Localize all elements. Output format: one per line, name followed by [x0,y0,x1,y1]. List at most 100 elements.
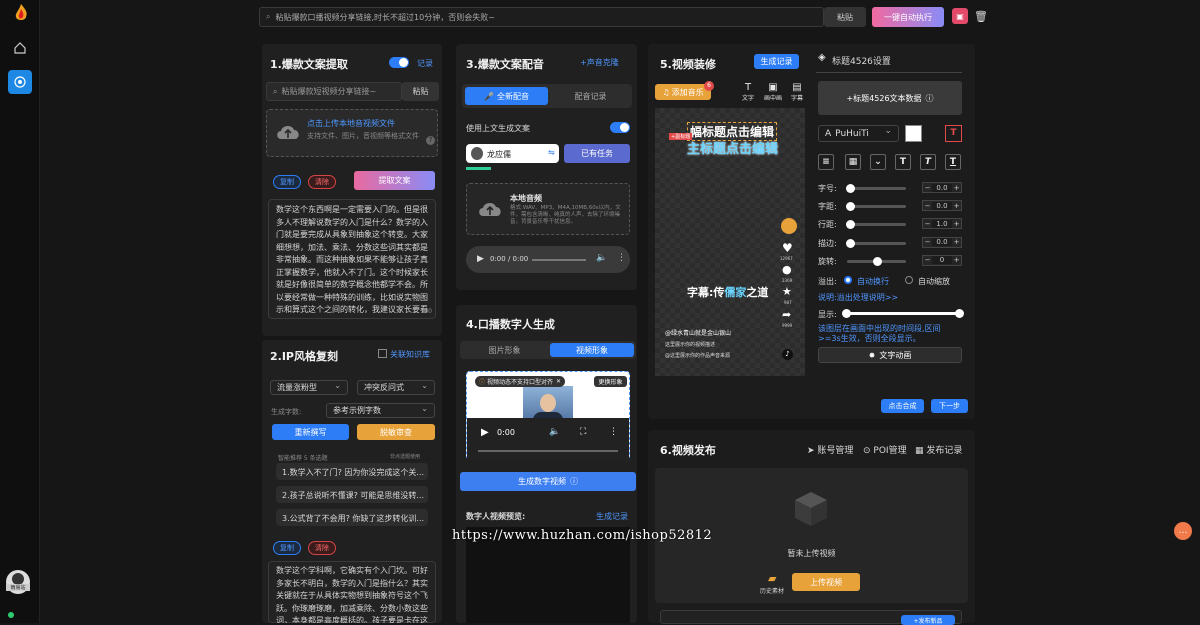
history-label[interactable]: 历史素材 [760,586,784,595]
top-paste-button[interactable]: 粘贴 [824,7,866,27]
topic-item[interactable]: 1.数学入不了门? 因为你没完成这个关... [276,463,428,480]
publish-new-button[interactable]: +发布新品 [901,615,955,625]
text-color-icon[interactable]: T [945,125,962,142]
video-canvas[interactable]: 幅标题点击编辑 +副标题 主标题点击编辑 ♥ 12967 ● 2369 ★ 98… [655,108,805,376]
folder-icon[interactable]: ▰ [768,572,776,585]
minus-icon[interactable]: − [923,256,932,264]
rewrite-button[interactable]: 重新撰写 [272,424,349,440]
gen-record-button[interactable]: 生成记录 [754,54,799,69]
generate-digital-button[interactable]: 生成数字视频 ⓘ [460,472,636,491]
word-count-select[interactable]: 参考示例字数 [326,403,435,418]
setting-stepper[interactable]: −0.0 + [922,182,962,193]
pip-tool[interactable]: ▣ 画中画 [764,82,782,102]
overflow-help-link[interactable]: 说明:溢出处理说明>> [818,292,898,303]
record-label[interactable]: 记录 [417,58,433,69]
synthesize-button[interactable]: 点击合成 [881,399,924,413]
slider-knob[interactable] [845,220,855,230]
main-title-text[interactable]: 主标题点击编辑 [687,138,778,157]
italic-icon[interactable]: T [920,154,936,170]
fullscreen-icon[interactable]: ⛶ [580,427,586,437]
review-button[interactable]: 脱敏审查 [357,424,435,440]
chat-icon[interactable]: … [1174,522,1192,540]
volume-icon[interactable]: 🔈 [549,427,560,437]
clear-tag[interactable]: 清除 [308,175,336,189]
more-icon[interactable]: ⋮ [617,253,626,263]
minus-icon[interactable]: − [923,184,932,192]
setting-value[interactable]: 0 [932,256,952,265]
star-icon[interactable]: ★ [782,285,792,298]
link-paste-button[interactable]: 粘贴 [402,82,439,101]
video-seek[interactable] [478,450,618,452]
setting-value[interactable]: 1.0 [932,219,952,228]
topic-item[interactable]: 3.公式背了不会用? 你缺了这步转化训... [276,509,428,526]
setting-stepper[interactable]: −0 + [922,254,962,266]
help-icon[interactable]: ? [426,136,435,145]
extract-button[interactable]: 提取文案 [354,171,435,190]
workspace-icon[interactable] [8,70,32,94]
setting-value[interactable]: 0.0 [932,238,952,247]
upload-area[interactable]: 点击上传本地音视频文件 支持文件、图片，音视频等格式文件 ? [266,109,438,157]
minus-icon[interactable]: − [923,220,932,228]
setting-slider[interactable] [845,202,906,212]
range-start[interactable] [842,309,851,318]
tab-voice-record[interactable]: 配音记录 [552,87,629,105]
setting-slider[interactable] [845,238,906,248]
setting-stepper[interactable]: −1.0 + [922,218,962,230]
voice-select[interactable]: 龙应儒 ⇋ [466,144,559,163]
wrap-radio[interactable] [844,276,852,284]
account-mgmt-link[interactable]: ➤ 账号管理 [807,443,853,456]
next-step-button[interactable]: 下一步 [931,399,968,413]
share-link-input[interactable]: ⌕ 粘贴爆款短视频分享链接~ [266,82,402,101]
volume-icon[interactable]: 🔈 [596,253,607,263]
topic-item[interactable]: 2.孩子总说听不懂课? 可能是思维没转... [276,486,428,503]
add-text-button[interactable]: +标题4526文本数据 ⓘ [818,81,962,115]
clear-tag[interactable]: 清除 [308,541,336,555]
video-controls[interactable]: ▶ 0:00 🔈 ⛶ ⋮ [467,418,629,460]
search-input[interactable]: ⌕ 粘贴爆款口播视频分享链接,时长不超过10分钟，否则会失败~ [259,7,824,27]
poi-mgmt-link[interactable]: ⊙ POI管理 [863,443,907,456]
setting-stepper[interactable]: −0.0 + [922,236,962,248]
play-icon[interactable]: ▶ [477,254,484,264]
local-audio-upload[interactable]: 本地音频 格式:WAV、MP3、M4A,10MB,60s以内，文件，需包含清晰、… [466,183,630,235]
plus-icon[interactable]: + [952,202,961,210]
audio-player[interactable]: ▶ 0:00 / 0:00 🔈 ⋮ [466,246,630,273]
tab-video-avatar[interactable]: 视频形象 [550,343,634,357]
subtitle-tool[interactable]: ▤ 字幕 [791,82,803,102]
style-select[interactable]: 冲突反问式 [357,380,435,395]
share-icon[interactable]: ➦ [782,308,791,321]
grid-icon[interactable]: ▦ [845,154,861,170]
plus-icon[interactable]: + [952,256,961,264]
use-above-toggle[interactable] [610,122,630,133]
voice-clone-link[interactable]: +声音克隆 [580,57,619,68]
extracted-text-box[interactable]: 数学这个东西啊是一定需要入门的。但是很多人不理解说数学的入门是什么？数学的入门就… [268,199,436,319]
avatar-video-box[interactable]: ⓘ 视频动态不支持口型对齐 ✕ 更换形象 ▶ 0:00 🔈 ⛶ ⋮ [466,371,630,460]
plus-icon[interactable]: + [952,238,961,246]
more-topics-label[interactable]: 非点选题使用 [390,453,420,460]
setting-slider[interactable] [847,256,906,266]
setting-value[interactable]: 0.0 [932,183,952,192]
has-task-button[interactable]: 已有任务 [564,144,630,163]
setting-slider[interactable] [845,220,906,230]
setting-value[interactable]: 0.0 [932,201,952,210]
related-label[interactable]: 关联知识库 [390,349,430,360]
slider-knob[interactable] [845,202,855,212]
setting-slider[interactable] [845,184,906,193]
home-icon[interactable] [13,41,27,55]
text-tool[interactable]: T 文字 [742,82,754,102]
text-animation-button[interactable]: ✸ 文字动画 [818,347,962,363]
auto-run-button[interactable]: 一键自动执行 [872,7,944,27]
gen-record-link[interactable]: 生成记录 [596,511,628,522]
comment-icon[interactable]: ● [782,263,792,276]
range-end[interactable] [955,309,964,318]
font-select[interactable]: A PuHuiTi [818,125,899,142]
plus-icon[interactable]: + [952,184,961,192]
plus-icon[interactable]: + [952,220,961,228]
tab-image-avatar[interactable]: 图片形象 [462,343,547,357]
bold-icon[interactable]: T [895,154,911,170]
delete-icon[interactable]: 🗑 [974,8,988,24]
copy-tag[interactable]: 复制 [273,541,301,555]
type-select[interactable]: 流量涨粉型 [270,380,348,395]
minus-icon[interactable]: − [923,238,932,246]
setting-stepper[interactable]: −0.0 + [922,200,962,212]
upload-video-button[interactable]: 上传视频 [792,573,860,591]
